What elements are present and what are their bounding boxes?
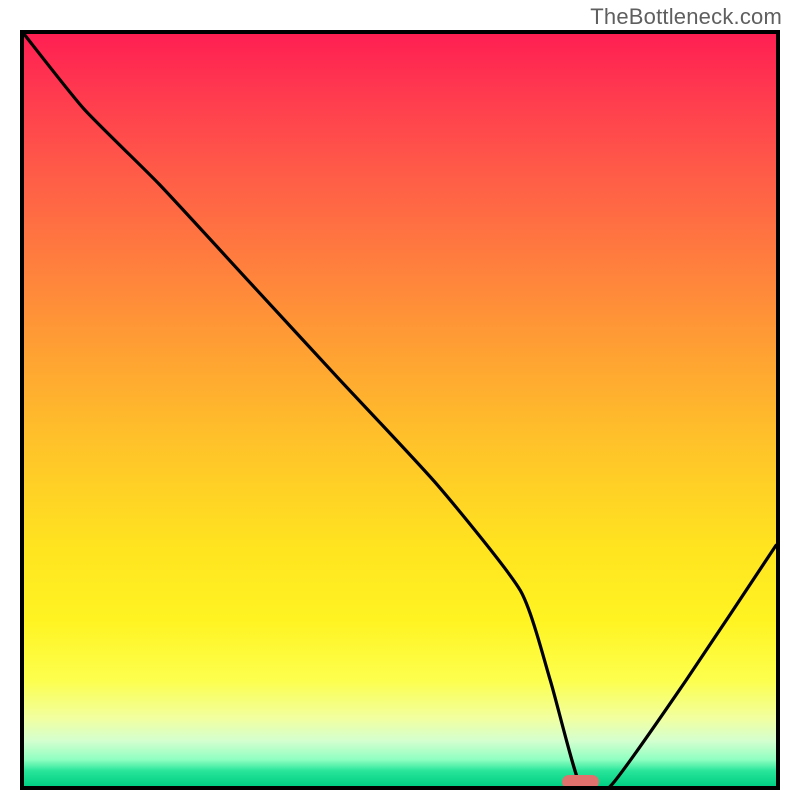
bottleneck-curve xyxy=(24,34,776,786)
chart-frame: TheBottleneck.com xyxy=(0,0,800,800)
watermark-text: TheBottleneck.com xyxy=(590,4,782,30)
plot-area xyxy=(20,30,780,790)
optimal-marker xyxy=(562,775,600,789)
